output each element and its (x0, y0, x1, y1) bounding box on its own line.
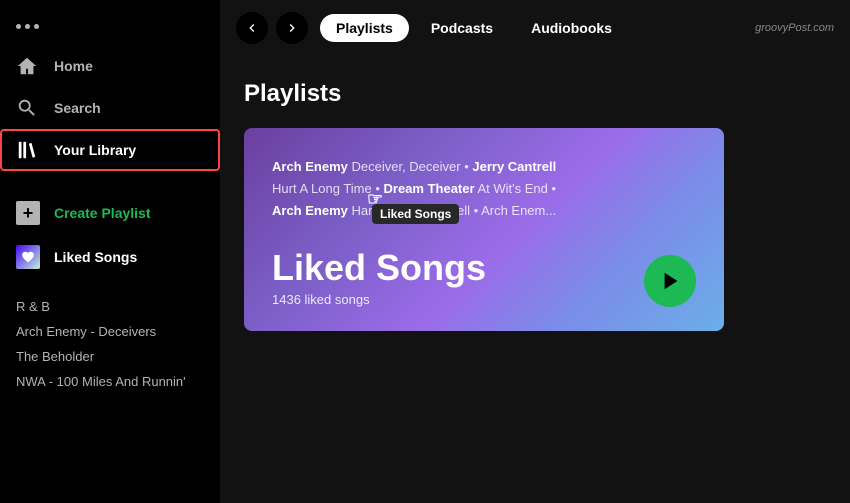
list-item[interactable]: NWA - 100 Miles And Runnin' (16, 370, 204, 393)
forward-button[interactable] (276, 12, 308, 44)
list-item[interactable]: The Beholder (16, 345, 204, 368)
tab-podcasts[interactable]: Podcasts (415, 14, 509, 42)
sidebar-item-label-search: Search (54, 100, 101, 116)
library-icon (16, 139, 38, 161)
tab-audiobooks[interactable]: Audiobooks (515, 14, 628, 42)
search-icon (16, 97, 38, 119)
card-info: Liked Songs Liked Songs ☞ 1436 liked son… (272, 250, 486, 307)
tab-group: Playlists Podcasts Audiobooks (320, 14, 628, 42)
play-button[interactable] (644, 255, 696, 307)
create-playlist-label: Create Playlist (54, 205, 151, 221)
liked-songs-card[interactable]: Arch Enemy Deceiver, Deceiver • Jerry Ca… (244, 128, 724, 331)
preview-song-3: At Wit's End • (475, 181, 556, 196)
topbar: Playlists Podcasts Audiobooks groovyPost… (220, 0, 850, 56)
plus-icon: + (16, 201, 40, 225)
sidebar-item-label-library: Your Library (54, 142, 136, 158)
card-title: Liked Songs Liked Songs ☞ (272, 250, 486, 286)
liked-songs-label: Liked Songs (54, 249, 137, 265)
nav-arrows (236, 12, 308, 44)
menu-dots[interactable] (0, 16, 220, 45)
preview-artist-2: Jerry Cantrell (472, 159, 556, 174)
liked-songs-action[interactable]: Liked Songs (0, 235, 220, 279)
preview-song-5: Arch Enem... (481, 203, 556, 218)
home-icon (16, 55, 38, 77)
preview-artist-4: Arch Enemy (272, 203, 348, 218)
back-button[interactable] (236, 12, 268, 44)
sidebar-item-search[interactable]: Search (0, 87, 220, 129)
playlist-list: R & B Arch Enemy - Deceivers The Beholde… (0, 287, 220, 401)
preview-song-2: Hurt A Long Time • (272, 181, 384, 196)
preview-artist-1: Arch Enemy (272, 159, 348, 174)
sidebar-item-home[interactable]: Home (0, 45, 220, 87)
preview-song-1: Deceiver, Deceiver • (348, 159, 472, 174)
heart-icon (16, 245, 40, 269)
list-item[interactable]: R & B (16, 295, 204, 318)
sidebar-item-library[interactable]: Your Library (0, 129, 220, 171)
watermark: groovyPost.com (755, 22, 834, 34)
sidebar-nav: Home Search Your Library (0, 45, 220, 171)
tab-playlists[interactable]: Playlists (320, 14, 409, 42)
create-playlist-action[interactable]: + Create Playlist (0, 191, 220, 235)
card-preview: Arch Enemy Deceiver, Deceiver • Jerry Ca… (272, 156, 696, 222)
sidebar: Home Search Your Library + Create (0, 0, 220, 503)
card-subtitle: 1436 liked songs (272, 292, 486, 307)
preview-artist-3: Dream Theater (384, 181, 475, 196)
content-area: Playlists Arch Enemy Deceiver, Deceiver … (220, 56, 850, 503)
main-content: Playlists Podcasts Audiobooks groovyPost… (220, 0, 850, 503)
list-item[interactable]: Arch Enemy - Deceivers (16, 320, 204, 343)
sidebar-item-label-home: Home (54, 58, 93, 74)
section-title: Playlists (244, 80, 826, 108)
card-bottom: Liked Songs Liked Songs ☞ 1436 liked son… (272, 250, 696, 307)
preview-song-4: Handshake with Hell • (348, 203, 481, 218)
